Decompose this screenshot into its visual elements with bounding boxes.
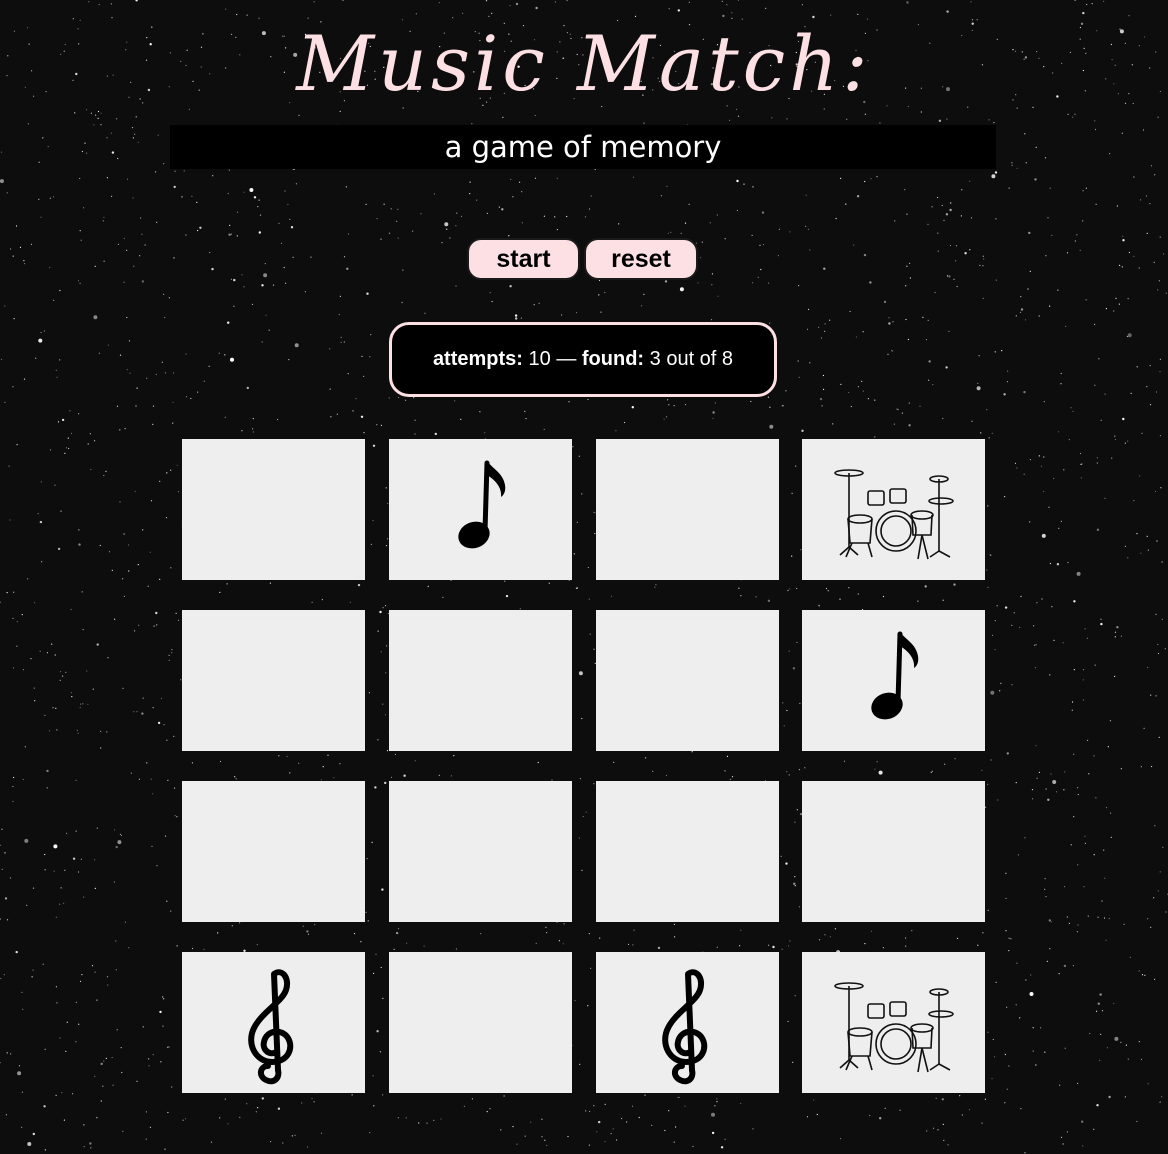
page-subtitle: a game of memory — [444, 130, 722, 164]
card-facedown[interactable] — [389, 781, 572, 922]
card-facedown[interactable] — [596, 781, 779, 922]
attempts-label: attempts: — [432, 348, 523, 370]
score-panel: attempts: 10 — found: 3 out of 8 — [389, 322, 777, 397]
treble-clef-icon — [662, 969, 708, 1085]
subtitle-bar: a game of memory — [170, 125, 996, 169]
quarter-note-icon — [871, 631, 919, 720]
card-facedown[interactable] — [182, 439, 365, 580]
card-drum-kit[interactable] — [802, 439, 985, 580]
found-label: found: — [581, 348, 645, 370]
card-treble-clef[interactable] — [596, 952, 779, 1093]
game-page: Music Match: a game of memory start rese… — [0, 0, 1168, 1154]
page-title: Music Match: — [296, 19, 872, 108]
card-facedown[interactable] — [182, 610, 365, 751]
found-value: 3 out of 8 — [649, 348, 734, 370]
reset-button[interactable]: reset — [584, 238, 698, 280]
card-facedown[interactable] — [182, 781, 365, 922]
treble-clef-icon — [248, 969, 294, 1085]
card-quarter-note[interactable] — [389, 439, 572, 580]
card-facedown[interactable] — [389, 952, 572, 1093]
start-button[interactable]: start — [467, 238, 580, 280]
card-treble-clef[interactable] — [182, 952, 365, 1093]
card-facedown[interactable] — [596, 610, 779, 751]
score-separator: — — [556, 348, 577, 370]
quarter-note-icon — [458, 460, 506, 549]
drum-kit-icon — [834, 469, 954, 560]
drum-kit-icon — [834, 982, 954, 1073]
card-facedown[interactable] — [802, 781, 985, 922]
card-facedown[interactable] — [389, 610, 572, 751]
card-facedown[interactable] — [596, 439, 779, 580]
card-quarter-note[interactable] — [802, 610, 985, 751]
attempts-value: 10 — [528, 348, 551, 370]
card-drum-kit[interactable] — [802, 952, 985, 1093]
